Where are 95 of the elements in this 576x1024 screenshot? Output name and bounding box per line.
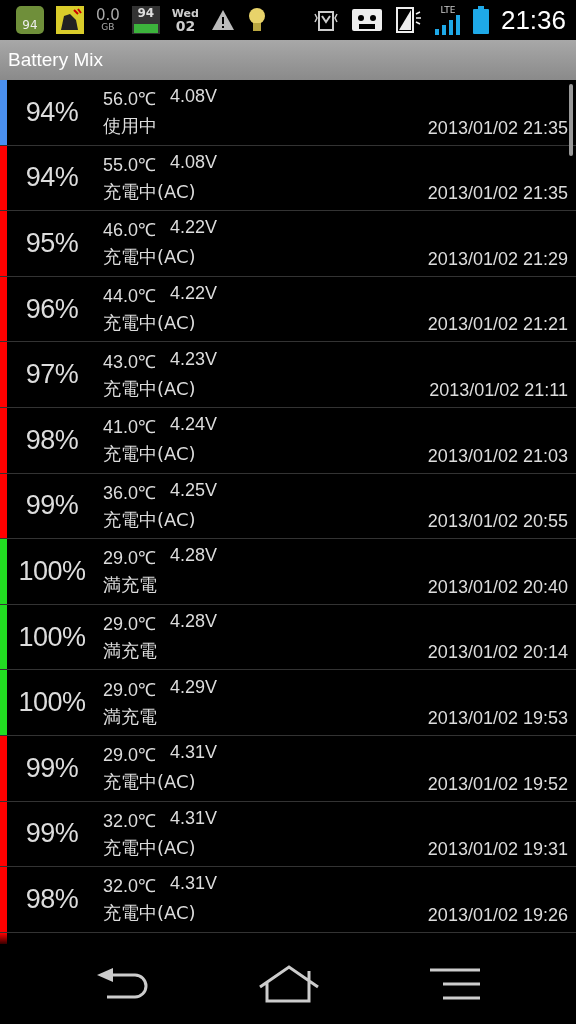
charge-status: 使用中 bbox=[103, 114, 158, 139]
history-row[interactable]: 99% 32.0℃ 4.31V 充電中(AC) 2013/01/02 19:31 bbox=[0, 801, 576, 868]
voltage: 4.28V bbox=[170, 545, 218, 568]
timestamp: 2013/01/02 20:14 bbox=[427, 642, 569, 665]
temperature: 46.0℃ bbox=[103, 219, 157, 242]
temperature: 55.0℃ bbox=[103, 153, 157, 176]
charge-status: 充電中(AC) bbox=[103, 311, 197, 336]
temperature: 32.0℃ bbox=[103, 875, 157, 898]
charge-status: 満充電 bbox=[103, 704, 158, 729]
clock: 21:36 bbox=[500, 4, 566, 36]
voltage: 4.31V bbox=[170, 742, 218, 765]
timestamp: 2013/01/02 21:35 bbox=[427, 117, 569, 140]
rotation-icon bbox=[394, 6, 423, 34]
network-type: LTE bbox=[440, 5, 456, 15]
signal-icon bbox=[434, 14, 461, 35]
history-row[interactable]: 95% 46.0℃ 4.22V 充電中(AC) 2013/01/02 21:29 bbox=[0, 211, 576, 277]
voltage: 4.22V bbox=[170, 283, 218, 306]
storage-unit: GB bbox=[101, 23, 115, 32]
voltage: 4.08V bbox=[170, 86, 218, 109]
charge-status: 充電中(AC) bbox=[103, 376, 197, 401]
voltage: 4.24V bbox=[170, 414, 218, 437]
battery-percent: 98% bbox=[24, 423, 80, 457]
cassette-icon bbox=[350, 8, 383, 32]
voltage: 4.31V bbox=[170, 873, 218, 896]
temperature: 41.0℃ bbox=[103, 416, 157, 439]
battery-percent: 99% bbox=[24, 489, 80, 523]
charge-status: 充電中(AC) bbox=[103, 179, 197, 204]
day: 02 bbox=[175, 18, 196, 33]
voltage: 4.23V bbox=[170, 348, 218, 371]
battery-percent: 95% bbox=[24, 227, 80, 260]
charge-status: 充電中(AC) bbox=[103, 245, 197, 270]
history-row[interactable]: 99% 36.0℃ 4.25V 充電中(AC) 2013/01/02 20:55 bbox=[0, 473, 576, 540]
voltage: 4.31V bbox=[170, 807, 218, 830]
charge-status: 充電中(AC) bbox=[103, 835, 197, 860]
battery-icon bbox=[472, 6, 489, 34]
timestamp: 2013/01/02 20:55 bbox=[427, 511, 569, 534]
charge-status: 満充電 bbox=[103, 573, 158, 598]
battery-percent: 99% bbox=[24, 817, 80, 851]
home-button[interactable] bbox=[258, 965, 320, 1003]
menu-button[interactable] bbox=[429, 968, 482, 1000]
battery-percent: 100% bbox=[17, 686, 87, 720]
history-row[interactable]: 94% 55.0℃ 4.08V 充電中(AC) 2013/01/02 21:35 bbox=[0, 145, 576, 212]
timestamp: 2013/01/02 19:53 bbox=[427, 707, 569, 730]
charge-status: 充電中(AC) bbox=[103, 507, 197, 532]
timestamp: 2013/01/02 21:29 bbox=[427, 248, 569, 271]
warning-icon bbox=[210, 9, 235, 31]
history-row[interactable]: 100% 29.0℃ 4.28V 満充電 2013/01/02 20:14 bbox=[0, 604, 576, 671]
weekday: Wed bbox=[171, 7, 199, 19]
timestamp: 2013/01/02 20:40 bbox=[427, 576, 569, 599]
charge-status: 充電中(AC) bbox=[103, 770, 197, 795]
battery-percent: 99% bbox=[24, 751, 80, 785]
temperature: 44.0℃ bbox=[103, 285, 157, 308]
history-row[interactable]: 100% 29.0℃ 4.28V 満充電 2013/01/02 20:40 bbox=[0, 539, 576, 605]
timestamp: 2013/01/02 19:26 bbox=[427, 904, 569, 927]
battery-percent: 94% bbox=[24, 95, 80, 129]
battery-percent: 94% bbox=[24, 161, 80, 195]
app-title: Battery Mix bbox=[8, 49, 104, 71]
timestamp: 2013/01/02 19:31 bbox=[427, 839, 569, 862]
voltage: 4.28V bbox=[170, 611, 218, 634]
battery-percent: 96% bbox=[24, 292, 80, 326]
battery-percent: 100% bbox=[17, 554, 87, 588]
battery-percent: 100% bbox=[17, 620, 87, 654]
voltage: 4.25V bbox=[170, 479, 218, 502]
history-row[interactable]: 100% 29.0℃ 4.29V 満充電 2013/01/02 19:53 bbox=[0, 670, 576, 736]
battery-widget: 94 bbox=[131, 6, 160, 34]
battery-percent: 97% bbox=[24, 358, 80, 392]
history-row[interactable]: 98% 32.0℃ 4.31V 充電中(AC) 2013/01/02 19:26 bbox=[0, 867, 576, 933]
charge-status: 満充電 bbox=[103, 639, 158, 664]
voltage: 4.22V bbox=[170, 217, 218, 240]
charge-status: 充電中(AC) bbox=[103, 442, 197, 467]
timestamp: 2013/01/02 21:03 bbox=[427, 445, 569, 468]
timestamp: 2013/01/02 21:35 bbox=[427, 183, 569, 206]
temperature: 29.0℃ bbox=[103, 613, 157, 636]
timestamp: 2013/01/02 19:52 bbox=[427, 773, 569, 796]
badge-count: 94 bbox=[22, 18, 38, 32]
storage-value: 0.0 bbox=[96, 8, 120, 23]
battery-percent: 98% bbox=[24, 882, 80, 916]
temperature: 29.0℃ bbox=[103, 678, 157, 701]
scrollbar bbox=[569, 84, 573, 156]
history-row[interactable]: 99% 29.0℃ 4.31V 充電中(AC) 2013/01/02 19:52 bbox=[0, 735, 576, 802]
lightbulb-icon bbox=[246, 6, 267, 34]
voltage: 4.29V bbox=[170, 676, 218, 699]
temperature: 56.0℃ bbox=[103, 88, 157, 111]
temperature: 29.0℃ bbox=[103, 547, 157, 570]
history-row[interactable]: 96% 44.0℃ 4.22V 充電中(AC) 2013/01/02 21:21 bbox=[0, 276, 576, 343]
temperature: 29.0℃ bbox=[103, 744, 157, 767]
timestamp: 2013/01/02 21:21 bbox=[427, 314, 569, 337]
voltage: 4.08V bbox=[170, 151, 218, 174]
history-row[interactable]: 97% 43.0℃ 4.23V 充電中(AC) 2013/01/02 21:11 bbox=[0, 342, 576, 408]
temperature: 43.0℃ bbox=[103, 350, 157, 373]
temperature: 36.0℃ bbox=[103, 481, 157, 504]
charge-status: 充電中(AC) bbox=[103, 901, 197, 926]
temperature: 32.0℃ bbox=[103, 809, 157, 832]
timestamp: 2013/01/02 21:11 bbox=[429, 379, 569, 402]
history-row[interactable]: 98% 41.0℃ 4.24V 充電中(AC) 2013/01/02 21:03 bbox=[0, 407, 576, 474]
